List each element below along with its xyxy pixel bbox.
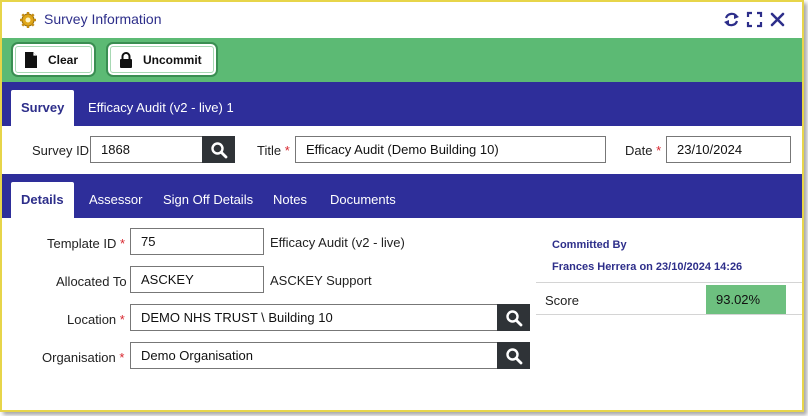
tab-documents[interactable]: Documents [320,182,406,218]
committed-by-value: Frances Herrera on 23/10/2024 14:26 [552,261,743,273]
allocated-to-label: Allocated To [56,274,127,289]
title-bar: Survey Information [2,2,802,38]
survey-tab-bar: Survey Efficacy Audit (v2 - live) 1 [2,82,802,126]
committed-by-label: Committed By [552,239,627,251]
allocated-to-name: ASCKEY Support [270,273,372,288]
template-id-label: Template ID * [47,236,126,251]
lock-icon [119,51,133,68]
tab-sign-off-details[interactable]: Sign Off Details [153,182,263,218]
tab-notes[interactable]: Notes [263,182,317,218]
search-icon [505,309,522,326]
search-icon [210,141,227,158]
score-row: Score 93.02% [536,282,802,315]
score-value: 93.02% [706,285,786,314]
organisation-search-button[interactable] [497,342,530,369]
survey-window: Survey Information Clear Uncommit Survey… [0,0,804,412]
location-field[interactable]: DEMO NHS TRUST \ Building 10 [130,304,498,331]
maximize-icon[interactable] [746,11,763,28]
title-field[interactable]: Efficacy Audit (Demo Building 10) [295,136,606,163]
search-icon [505,347,522,364]
organisation-label: Organisation * [42,350,125,365]
window-title: Survey Information [44,11,162,27]
survey-id-label: Survey ID [32,143,90,158]
tab-assessor[interactable]: Assessor [79,182,152,218]
refresh-icon[interactable] [723,11,740,28]
close-icon[interactable] [769,11,786,28]
score-label: Score [545,293,579,308]
details-tab-bar: Details Assessor Sign Off Details Notes … [2,174,802,218]
uncommit-button[interactable]: Uncommit [106,42,218,77]
tab-survey[interactable]: Survey [11,90,75,126]
allocated-to-field[interactable]: ASCKEY [130,266,264,293]
location-search-button[interactable] [497,304,530,331]
template-id-field[interactable]: 75 [130,228,264,255]
location-label: Location * [67,312,125,327]
survey-id-search-button[interactable] [202,136,235,163]
uncommit-button-label: Uncommit [143,52,202,67]
clear-button-label: Clear [48,52,79,67]
tab-details[interactable]: Details [11,182,74,218]
date-label: Date * [625,143,662,158]
clear-button[interactable]: Clear [11,42,96,77]
toolbar: Clear Uncommit [2,38,802,82]
survey-id-field[interactable]: 1868 [90,136,203,163]
title-label: Title * [257,143,290,158]
tab-efficacy-audit[interactable]: Efficacy Audit (v2 - live) 1 [78,90,244,126]
organisation-field[interactable]: Demo Organisation [130,342,498,369]
gear-icon [19,11,37,29]
date-field[interactable]: 23/10/2024 [666,136,791,163]
document-icon [24,51,38,68]
template-name: Efficacy Audit (v2 - live) [270,235,405,250]
